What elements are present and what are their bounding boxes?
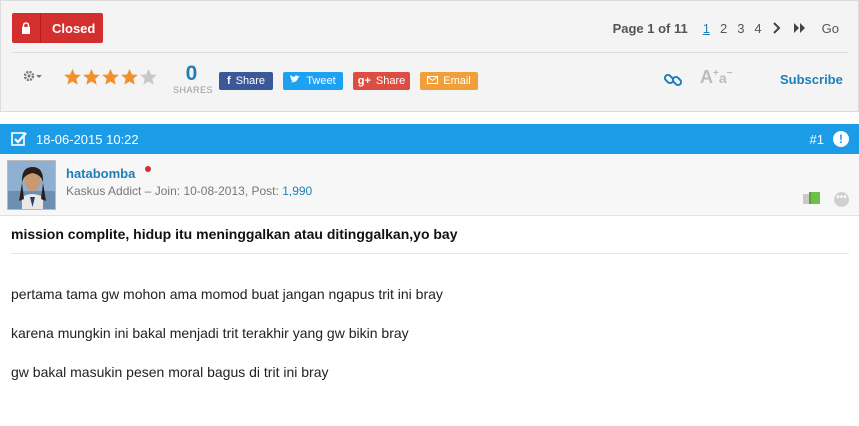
author-username[interactable]: hatabomba: [66, 166, 135, 181]
closed-status-label: Closed: [52, 20, 96, 36]
toolbar-divider: [12, 52, 848, 53]
go-button[interactable]: Go: [822, 21, 839, 36]
twitter-tweet-label: Tweet: [306, 75, 336, 87]
page-link-3[interactable]: 3: [737, 21, 744, 36]
report-alert-icon[interactable]: !: [833, 131, 849, 147]
post-title-divider: [11, 253, 849, 254]
star-filled-icon[interactable]: [63, 68, 82, 86]
star-empty-icon[interactable]: [139, 68, 158, 86]
googleplus-icon: g+: [357, 75, 371, 87]
share-count: 0: [185, 62, 198, 85]
last-page-icon[interactable]: [793, 22, 806, 34]
checkbox-icon[interactable]: [11, 131, 27, 152]
twitter-icon: [290, 75, 301, 87]
post-body-line: gw bakal masukin pesen moral bagus di tr…: [11, 364, 329, 380]
join-date: 10-08-2013: [183, 184, 245, 198]
share-count-label: SHARES: [173, 85, 214, 95]
online-status-icon: [145, 166, 151, 172]
page-link-4[interactable]: 4: [754, 21, 761, 36]
font-size-icon[interactable]: A+a−: [700, 67, 732, 88]
share-counter: 0 SHARES: [173, 62, 214, 96]
post-author-info: hatabomba Kaskus Addict – Join: 10-08-20…: [0, 154, 859, 216]
star-filled-icon[interactable]: [101, 68, 120, 86]
googleplus-share-label: Share: [375, 75, 406, 87]
avatar[interactable]: [7, 160, 56, 210]
twitter-tweet-button[interactable]: Tweet: [283, 72, 343, 90]
email-share-label: Email: [443, 75, 471, 87]
page-link-1[interactable]: 1: [703, 21, 710, 36]
meta-separator: –: [144, 184, 155, 198]
reputation-book-icon[interactable]: [803, 192, 821, 210]
post-count-link[interactable]: 1,990: [282, 184, 312, 198]
author-meta: Kaskus Addict – Join: 10-08-2013, Post: …: [66, 184, 312, 198]
thread-rating[interactable]: [63, 68, 158, 86]
googleplus-share-button[interactable]: g+ Share: [353, 72, 410, 90]
facebook-share-label: Share: [235, 75, 266, 87]
post-count-label: Post:: [251, 184, 279, 198]
lock-icon: [12, 13, 41, 43]
page-link-2[interactable]: 2: [720, 21, 727, 36]
star-filled-icon[interactable]: [120, 68, 139, 86]
facebook-share-button[interactable]: f Share: [219, 72, 273, 90]
page-info: Page 1 of 11: [612, 20, 688, 36]
gear-dropdown-icon[interactable]: [23, 70, 43, 82]
post-permalink-number[interactable]: #1: [810, 132, 824, 147]
closed-status-button[interactable]: Closed: [12, 13, 103, 43]
facebook-icon: f: [226, 75, 231, 87]
post-header-bar: 18-06-2015 10:22 #1 !: [0, 124, 859, 154]
more-options-icon[interactable]: •••: [834, 192, 849, 207]
post-body-line: pertama tama gw mohon ama momod buat jan…: [11, 286, 443, 302]
star-filled-icon[interactable]: [82, 68, 101, 86]
meta-comma: ,: [244, 184, 252, 198]
link-icon[interactable]: [663, 70, 683, 95]
join-label: Join:: [154, 184, 181, 198]
post-body-line: karena mungkin ini bakal menjadi trit te…: [11, 325, 409, 341]
post-title: mission complite, hidup itu meninggalkan…: [11, 226, 458, 242]
thread-toolbar: Closed Page 1 of 11 1 2 3 4 Go 0 SHARES …: [0, 0, 859, 112]
post-date: 18-06-2015 10:22: [36, 132, 139, 147]
next-page-icon[interactable]: [772, 22, 781, 34]
subscribe-button[interactable]: Subscribe: [780, 72, 843, 87]
envelope-icon: [427, 75, 439, 87]
pagination: Page 1 of 11 1 2 3 4 Go: [613, 17, 839, 39]
author-rank: Kaskus Addict: [66, 184, 142, 198]
email-share-button[interactable]: Email: [420, 72, 478, 90]
